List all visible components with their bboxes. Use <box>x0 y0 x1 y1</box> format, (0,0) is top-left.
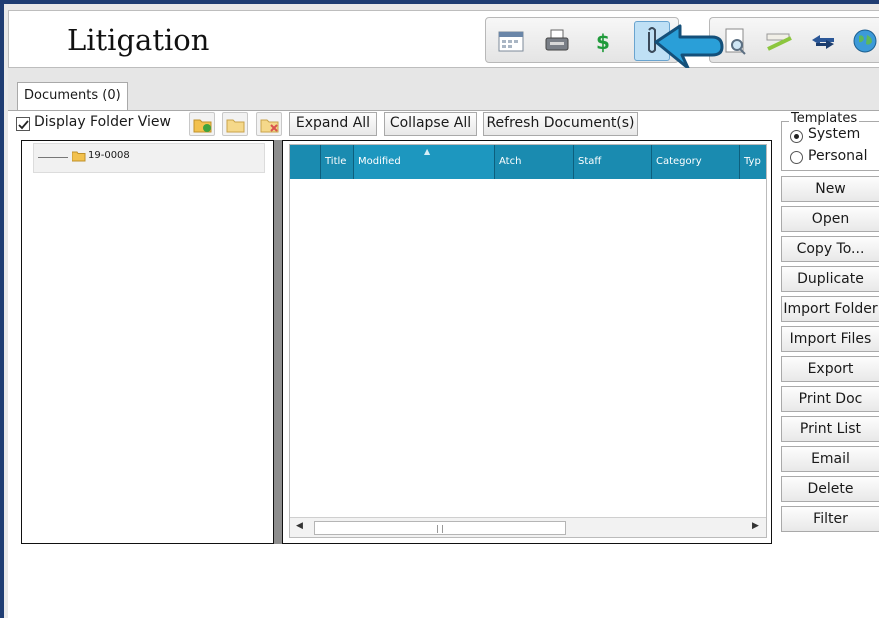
copy-to-button[interactable]: Copy To... <box>781 236 879 262</box>
fax-button[interactable] <box>540 24 574 58</box>
system-radio-label[interactable]: System <box>808 126 860 142</box>
svg-text:$: $ <box>596 30 610 54</box>
delete-folder-icon <box>260 119 279 133</box>
grid-header: Title ▲ Modified Atch Staff Category Typ <box>290 145 766 179</box>
sort-ascending-icon: ▲ <box>424 147 431 156</box>
import-files-button[interactable]: Import Files <box>781 326 879 352</box>
open-button[interactable]: Open <box>781 206 879 232</box>
globe-icon <box>853 29 877 53</box>
column-header-atch[interactable]: Atch <box>495 145 574 179</box>
tree-connector <box>38 157 68 158</box>
calendar-icon <box>498 31 524 52</box>
print-list-button[interactable]: Print List <box>781 416 879 442</box>
checkmark-icon <box>18 120 29 130</box>
documents-grid: Title ▲ Modified Atch Staff Category Typ… <box>282 140 772 544</box>
column-header-select[interactable] <box>290 145 321 179</box>
column-header-modified[interactable]: ▲ Modified <box>354 145 495 179</box>
open-folder-button[interactable] <box>222 112 248 136</box>
tab-documents[interactable]: Documents (0) <box>17 82 128 110</box>
tree-node[interactable]: 19-0008 <box>33 143 265 173</box>
filter-button[interactable]: Filter <box>781 506 879 532</box>
web-button[interactable] <box>848 24 879 58</box>
open-folder-icon <box>226 119 245 133</box>
horizontal-scrollbar[interactable]: ◀ ▶ <box>290 517 766 537</box>
column-header-category[interactable]: Category <box>652 145 740 179</box>
calendar-button[interactable] <box>494 24 528 58</box>
new-folder-button[interactable] <box>189 112 215 136</box>
delete-folder-button[interactable] <box>256 112 282 136</box>
personal-radio[interactable] <box>790 151 803 164</box>
column-header-staff[interactable]: Staff <box>574 145 652 179</box>
page-title: Litigation <box>67 23 210 57</box>
new-folder-icon <box>193 119 212 133</box>
arrows-icon <box>812 35 834 49</box>
folder-tree[interactable]: 19-0008 <box>21 140 274 544</box>
billing-button[interactable]: $ <box>586 24 620 58</box>
ruler-pencil-icon <box>766 33 792 51</box>
display-folder-view-checkbox[interactable] <box>16 117 30 131</box>
header: Litigation $ <box>8 10 879 68</box>
templates-legend: Templates <box>789 111 860 126</box>
import-folder-button[interactable]: Import Folder <box>781 296 879 322</box>
system-radio[interactable] <box>790 130 803 143</box>
delete-button[interactable]: Delete <box>781 476 879 502</box>
notes-button[interactable] <box>762 24 796 58</box>
grid-body: Title ▲ Modified Atch Staff Category Typ… <box>289 144 767 538</box>
export-button[interactable]: Export <box>781 356 879 382</box>
tab-strip: Documents (0) <box>8 68 879 110</box>
refresh-documents-button[interactable]: Refresh Document(s) <box>483 112 638 136</box>
dollar-icon: $ <box>596 30 610 54</box>
toolbar-group-2 <box>709 17 879 63</box>
scrollbar-grip <box>437 525 443 533</box>
pane-splitter[interactable] <box>274 140 282 544</box>
new-button[interactable]: New <box>781 176 879 202</box>
expand-all-button[interactable]: Expand All <box>289 112 377 136</box>
column-header-title[interactable]: Title <box>321 145 354 179</box>
scrollbar-thumb[interactable] <box>314 521 566 535</box>
collapse-all-button[interactable]: Collapse All <box>384 112 477 136</box>
print-doc-button[interactable]: Print Doc <box>781 386 879 412</box>
tree-node-label: 19-0008 <box>88 150 130 161</box>
email-button[interactable]: Email <box>781 446 879 472</box>
fax-icon <box>545 29 569 51</box>
column-header-modified-label: Modified <box>358 156 401 167</box>
column-header-type[interactable]: Typ <box>740 145 766 179</box>
transfer-button[interactable] <box>806 24 840 58</box>
personal-radio-label[interactable]: Personal <box>808 148 868 164</box>
display-folder-view-label[interactable]: Display Folder View <box>34 114 171 130</box>
scroll-right-icon[interactable]: ▶ <box>752 521 759 531</box>
scroll-left-icon[interactable]: ◀ <box>296 521 303 531</box>
duplicate-button[interactable]: Duplicate <box>781 266 879 292</box>
folder-icon <box>72 151 86 162</box>
